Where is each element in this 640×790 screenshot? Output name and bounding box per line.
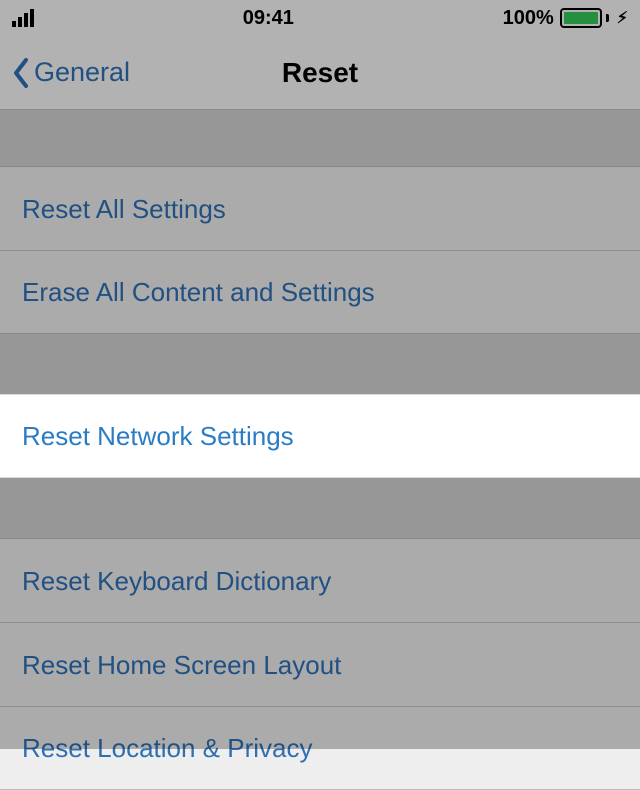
battery-percentage: 100% [503, 7, 554, 30]
reset-network-settings-row[interactable]: Reset Network Settings [0, 394, 640, 478]
back-button[interactable]: General [12, 57, 130, 89]
reset-keyboard-dictionary-row[interactable]: Reset Keyboard Dictionary [0, 538, 640, 622]
status-left [12, 9, 34, 27]
status-time: 09:41 [243, 7, 294, 30]
chevron-left-icon [12, 57, 32, 89]
battery-icon [560, 8, 609, 28]
reset-all-settings-row[interactable]: Reset All Settings [0, 166, 640, 250]
row-label: Reset All Settings [22, 196, 226, 222]
row-label: Reset Keyboard Dictionary [22, 568, 331, 594]
row-label: Reset Network Settings [22, 423, 294, 449]
cellular-signal-icon [12, 9, 34, 27]
section-gap [0, 478, 640, 538]
row-label: Reset Location & Privacy [22, 735, 312, 761]
reset-home-screen-row[interactable]: Reset Home Screen Layout [0, 622, 640, 706]
section-gap [0, 334, 640, 394]
row-label: Reset Home Screen Layout [22, 652, 341, 678]
status-bar: 09:41 100% ⚡︎ [0, 0, 640, 36]
page-title: Reset [282, 57, 358, 89]
navigation-bar: General Reset [0, 36, 640, 110]
status-right: 100% ⚡︎ [503, 7, 628, 30]
charging-icon: ⚡︎ [617, 8, 628, 28]
reset-location-privacy-row[interactable]: Reset Location & Privacy [0, 706, 640, 790]
back-label: General [34, 57, 130, 88]
erase-all-content-row[interactable]: Erase All Content and Settings [0, 250, 640, 334]
section-gap [0, 110, 640, 166]
content: Reset All Settings Erase All Content and… [0, 110, 640, 790]
row-label: Erase All Content and Settings [22, 279, 375, 305]
